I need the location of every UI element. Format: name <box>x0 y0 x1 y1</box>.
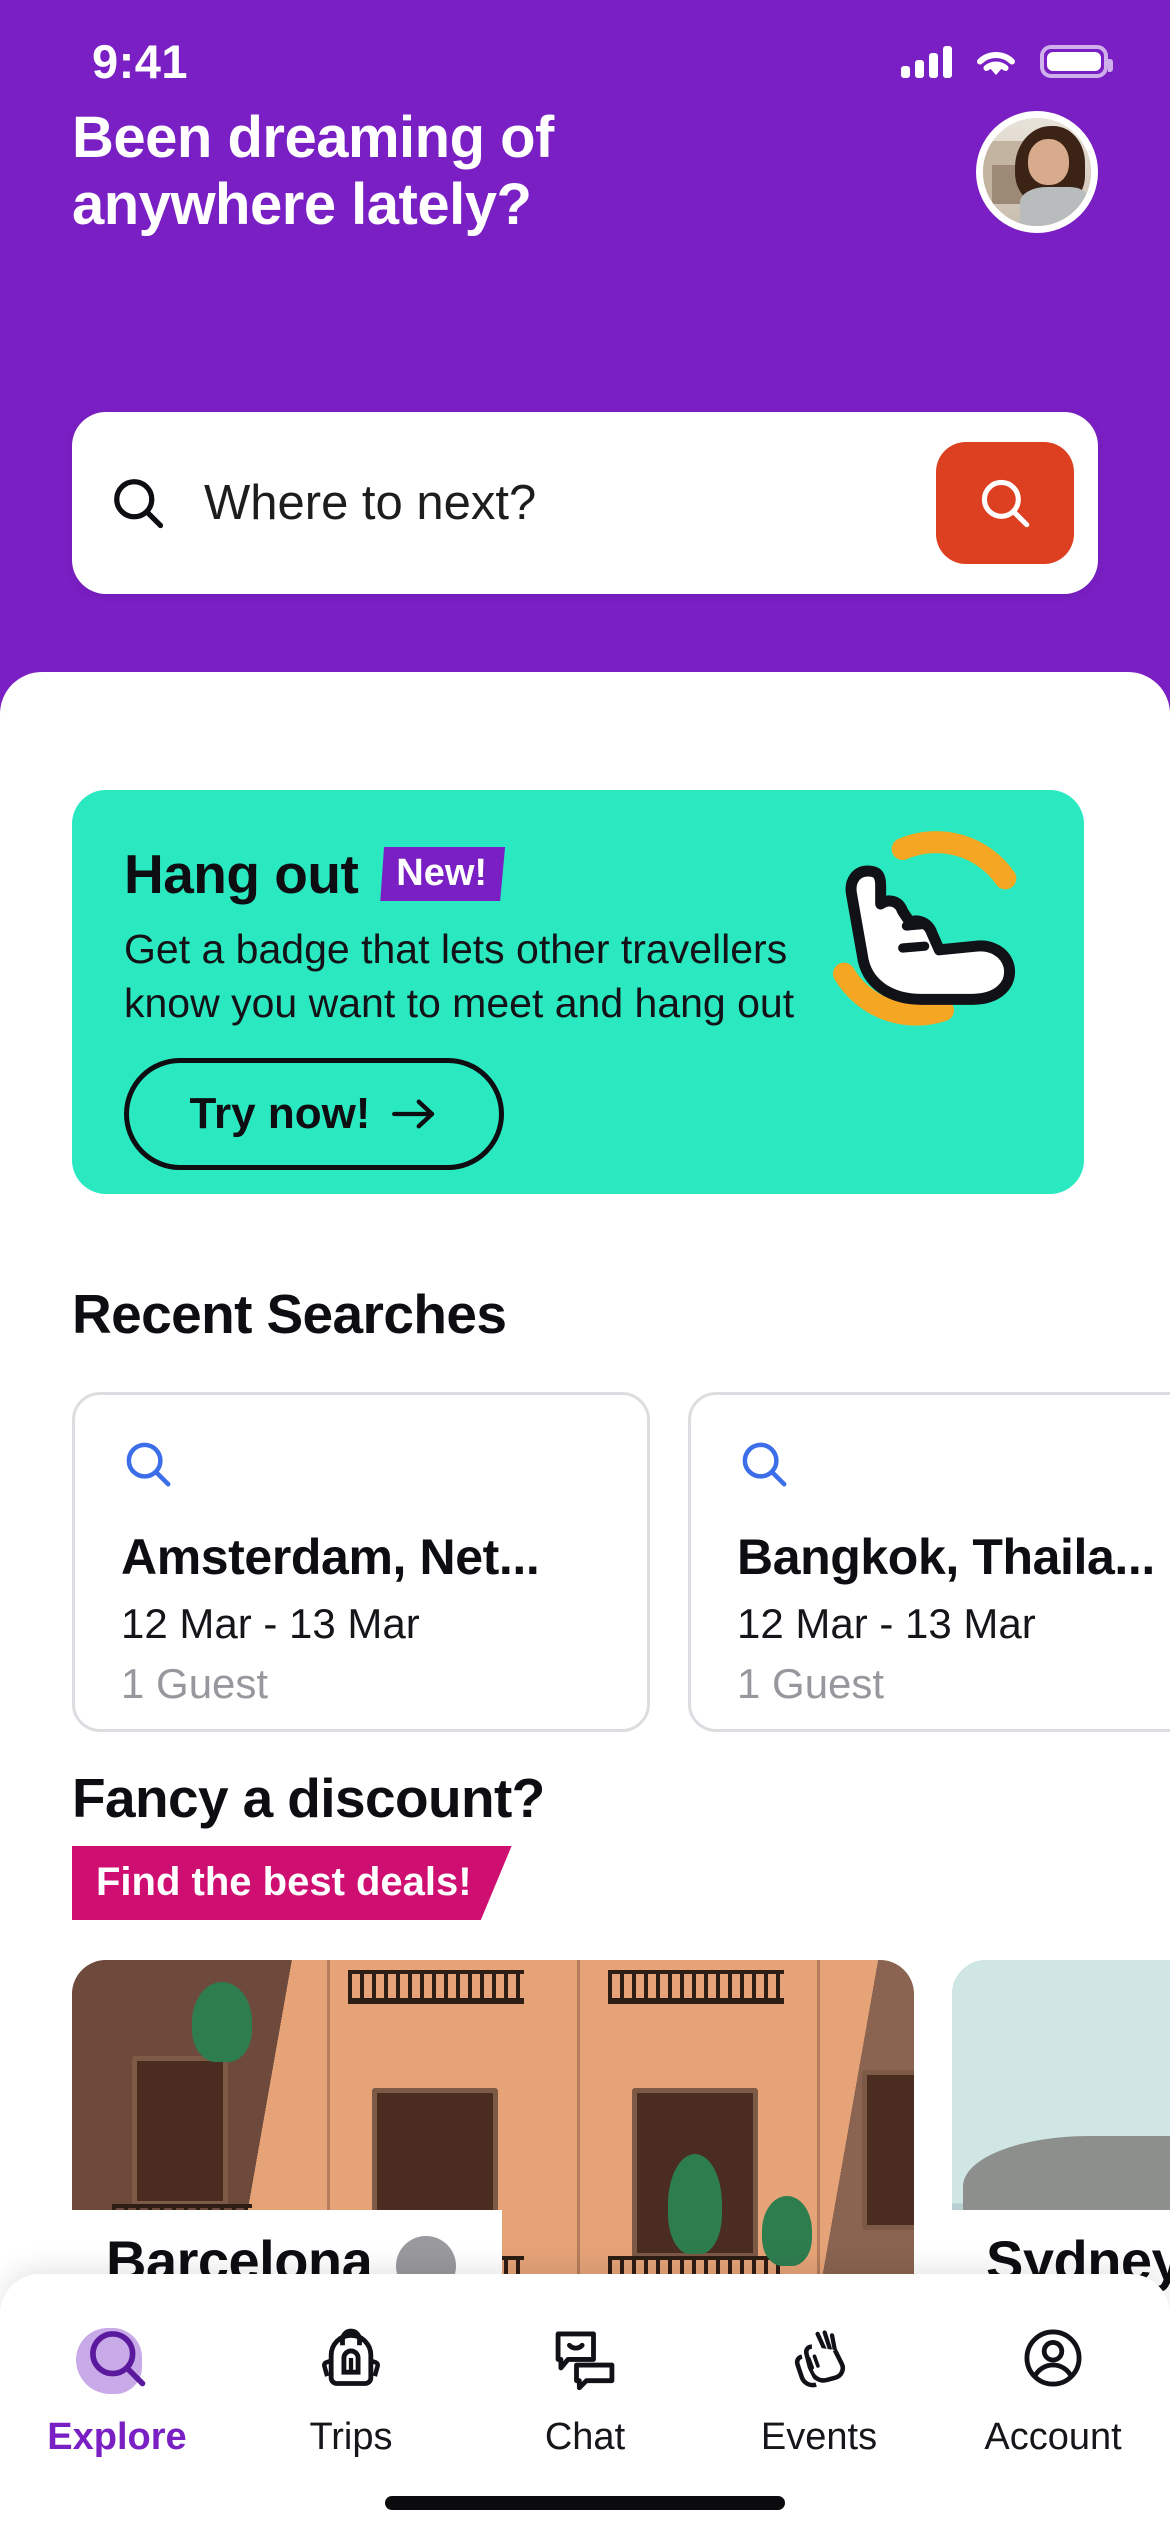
search-input[interactable] <box>204 475 936 531</box>
tab-explore[interactable]: Explore <box>0 2318 234 2459</box>
app-screen: 9:41 Been dreaming of anywhere lately? W… <box>0 0 1170 2532</box>
status-time: 9:41 <box>92 35 189 88</box>
discounts-header: Fancy a discount? Find the best deals! <box>72 1766 545 1920</box>
arrow-right-icon <box>392 1099 435 1129</box>
chat-bubbles-icon <box>555 2331 615 2391</box>
recent-searches-list: Amsterdam, Net... 12 Mar - 13 Mar 1 Gues… <box>72 1392 1170 1732</box>
status-icons <box>901 45 1113 78</box>
recent-search-dates: 12 Mar - 13 Mar <box>121 1600 420 1647</box>
recent-search-destination: Bangkok, Thaila... <box>737 1529 1155 1585</box>
search-icon <box>126 1442 171 1487</box>
search-submit-button[interactable] <box>936 442 1074 564</box>
hangout-description: Get a badge that lets other travellers k… <box>124 922 824 1030</box>
header: Been dreaming of anywhere lately? <box>0 105 1170 238</box>
discounts-title: Fancy a discount? <box>72 1767 545 1829</box>
try-now-button[interactable]: Try now! <box>124 1058 504 1170</box>
cellular-signal-icon <box>901 45 952 78</box>
page-title: Been dreaming of anywhere lately? <box>72 105 554 238</box>
content-sheet: Hang out New! Get a badge that lets othe… <box>0 672 1170 2532</box>
tab-trips[interactable]: Trips <box>234 2318 468 2459</box>
recent-search-dates: 12 Mar - 13 Mar <box>737 1600 1036 1647</box>
user-circle-icon <box>1024 2329 1082 2387</box>
hangout-title: Hang out <box>124 843 359 905</box>
bottom-tab-bar: Explore Trips Chat Events Account <box>0 2274 1170 2532</box>
tab-chat[interactable]: Chat <box>468 2318 702 2459</box>
tab-events[interactable]: Events <box>702 2318 936 2459</box>
search-bar[interactable] <box>72 412 1098 594</box>
hangout-promo-card[interactable]: Hang out New! Get a badge that lets othe… <box>72 790 1084 1194</box>
avatar[interactable] <box>976 110 1098 233</box>
tab-label: Explore <box>47 2416 187 2458</box>
recent-search-card[interactable]: Amsterdam, Net... 12 Mar - 13 Mar 1 Gues… <box>72 1392 650 1732</box>
new-badge: New! <box>380 847 506 901</box>
recent-search-guests: 1 Guest <box>737 1660 885 1707</box>
battery-icon <box>1040 45 1113 78</box>
best-deals-badge: Find the best deals! <box>72 1846 512 1920</box>
shaka-hand-icon <box>833 831 1017 1026</box>
tab-label: Account <box>984 2416 1122 2458</box>
recent-search-card[interactable]: Bangkok, Thaila... 12 Mar - 13 Mar 1 Gue… <box>688 1392 1170 1732</box>
home-indicator <box>385 2496 785 2510</box>
tab-label: Events <box>760 2416 878 2458</box>
wifi-icon <box>977 51 1015 75</box>
tab-account[interactable]: Account <box>936 2318 1170 2459</box>
search-icon <box>72 473 204 533</box>
hangout-description-line-1: Get a badge that lets other travellers <box>124 926 788 972</box>
greeting-line-2: anywhere lately? <box>72 171 532 237</box>
search-icon <box>90 2331 146 2387</box>
search-icon <box>981 479 1030 528</box>
backpack-icon <box>322 2328 380 2386</box>
tab-label: Chat <box>544 2416 626 2458</box>
hangout-description-line-2: know you want to meet and hang out <box>124 980 795 1027</box>
tab-label: Trips <box>309 2416 393 2458</box>
clapping-hands-icon <box>794 2330 846 2388</box>
greeting-line-1: Been dreaming of <box>72 105 554 170</box>
recent-search-destination: Amsterdam, Net... <box>121 1529 540 1585</box>
status-bar: 9:41 <box>0 0 1170 105</box>
search-icon <box>742 1442 787 1487</box>
try-now-label: Try now! <box>189 1089 371 1138</box>
recent-searches-title: Recent Searches <box>72 1283 507 1345</box>
recent-search-guests: 1 Guest <box>121 1660 269 1707</box>
